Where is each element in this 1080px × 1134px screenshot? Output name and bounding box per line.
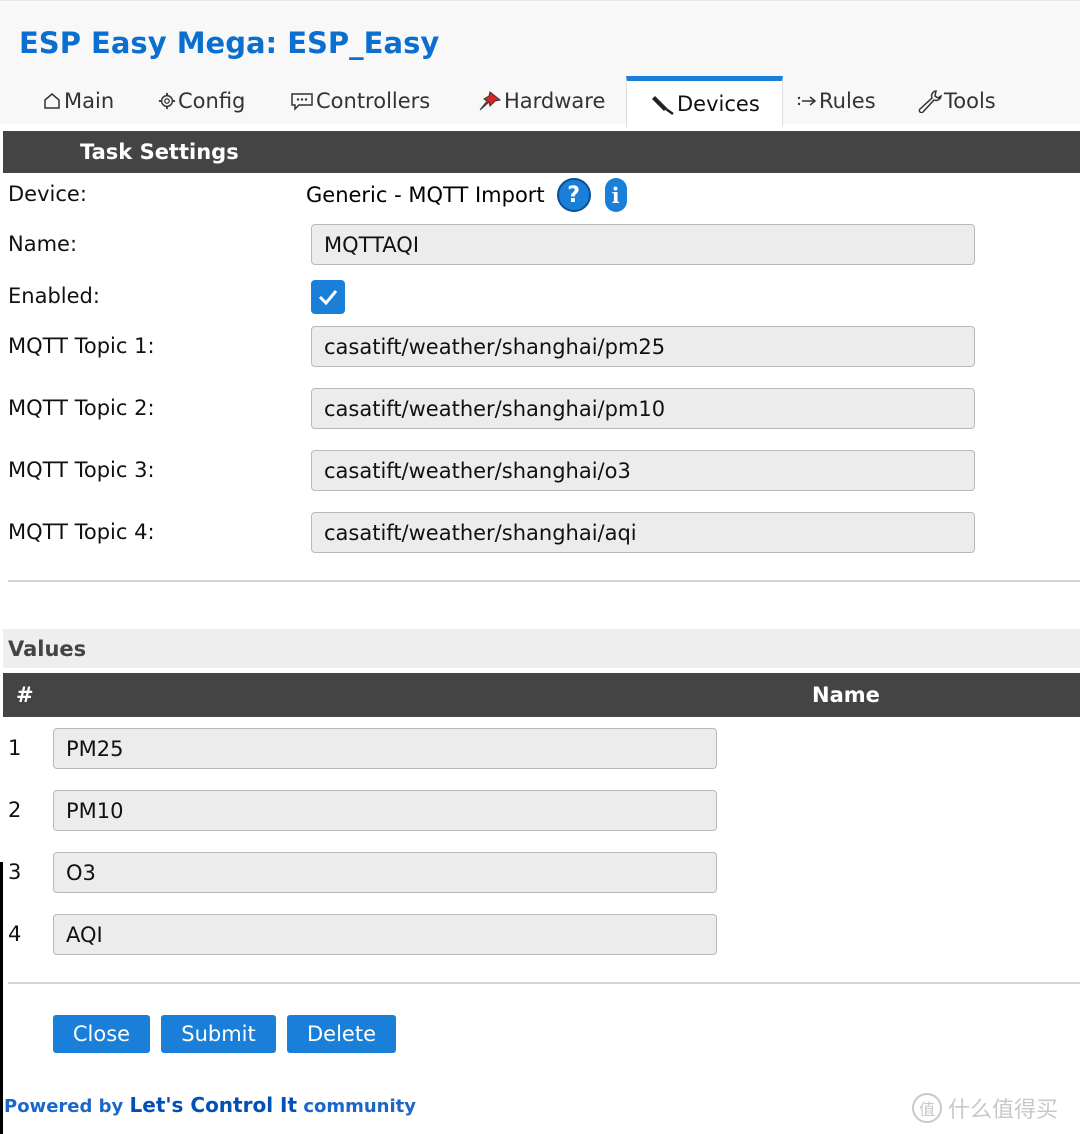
value-row-2-num: 2 bbox=[8, 798, 22, 822]
value-row-1-input[interactable]: PM25 bbox=[53, 728, 717, 769]
values-table-header: # Name bbox=[3, 673, 1080, 717]
wrench-icon bbox=[916, 89, 942, 113]
app-title: ESP Easy Mega: ESP_Easy bbox=[19, 26, 440, 60]
col-num-header: # bbox=[16, 683, 34, 707]
tab-devices-label: Devices bbox=[677, 92, 760, 116]
watermark: 值 什么值得买 bbox=[912, 1092, 1058, 1124]
footer-prefix: Powered by bbox=[4, 1096, 124, 1117]
window-edge bbox=[0, 862, 3, 1134]
info-icon[interactable]: i bbox=[604, 178, 627, 212]
watermark-logo-icon: 值 bbox=[912, 1093, 942, 1123]
gear-icon bbox=[158, 92, 176, 110]
tab-controllers[interactable]: Controllers bbox=[290, 76, 430, 126]
home-icon bbox=[42, 91, 62, 111]
nav-tabs: Main Config Controllers Hardware Devices… bbox=[0, 76, 1080, 127]
help-icon[interactable]: ? bbox=[556, 178, 591, 212]
task-settings-header: Task Settings bbox=[3, 131, 1080, 173]
divider bbox=[8, 982, 1080, 984]
value-row-3-input[interactable]: O3 bbox=[53, 852, 717, 893]
watermark-text: 什么值得买 bbox=[948, 1098, 1059, 1123]
plug-icon bbox=[651, 93, 675, 115]
tab-rules-label: Rules bbox=[819, 89, 876, 113]
close-button[interactable]: Close bbox=[53, 1015, 150, 1053]
col-name-header: Name bbox=[812, 683, 880, 707]
tab-tools-label: Tools bbox=[944, 89, 996, 113]
value-row-2-input[interactable]: PM10 bbox=[53, 790, 717, 831]
tab-rules[interactable]: Rules bbox=[797, 76, 876, 126]
tab-hardware-label: Hardware bbox=[504, 89, 606, 113]
arrow-icon bbox=[797, 93, 817, 109]
tab-main-label: Main bbox=[64, 89, 115, 113]
values-title: Values bbox=[8, 636, 87, 661]
mqtt-topic-2-label: MQTT Topic 2: bbox=[8, 396, 155, 420]
mqtt-topic-3-input[interactable]: casatift/weather/shanghai/o3 bbox=[311, 450, 975, 491]
enabled-label: Enabled: bbox=[8, 284, 100, 308]
check-icon bbox=[318, 290, 338, 306]
value-row-4-num: 4 bbox=[8, 922, 22, 946]
submit-button[interactable]: Submit bbox=[161, 1015, 276, 1053]
task-settings-title: Task Settings bbox=[80, 140, 239, 164]
device-label: Device: bbox=[8, 182, 87, 206]
mqtt-topic-4-input[interactable]: casatift/weather/shanghai/aqi bbox=[311, 512, 975, 553]
name-input[interactable]: MQTTAQI bbox=[311, 224, 975, 265]
tab-tools[interactable]: Tools bbox=[916, 76, 996, 126]
pin-icon bbox=[476, 90, 502, 112]
enabled-checkbox[interactable] bbox=[311, 280, 345, 314]
mqtt-topic-4-label: MQTT Topic 4: bbox=[8, 520, 155, 544]
device-value: Generic - MQTT Import bbox=[306, 183, 545, 207]
mqtt-topic-3-label: MQTT Topic 3: bbox=[8, 458, 155, 482]
tab-main[interactable]: Main bbox=[42, 76, 114, 126]
values-section-header: Values bbox=[3, 629, 1080, 668]
tab-controllers-label: Controllers bbox=[316, 89, 431, 113]
tab-hardware[interactable]: Hardware bbox=[476, 76, 605, 126]
divider bbox=[8, 580, 1080, 582]
value-row-1-num: 1 bbox=[8, 736, 22, 760]
tab-devices[interactable]: Devices bbox=[626, 76, 783, 127]
mqtt-topic-1-label: MQTT Topic 1: bbox=[8, 334, 155, 358]
mqtt-topic-2-input[interactable]: casatift/weather/shanghai/pm10 bbox=[311, 388, 975, 429]
delete-button[interactable]: Delete bbox=[287, 1015, 396, 1053]
tab-config-label: Config bbox=[178, 89, 246, 113]
chat-icon bbox=[290, 91, 314, 111]
value-row-3-num: 3 bbox=[8, 860, 22, 884]
footer-brand-link[interactable]: Let's Control It bbox=[130, 1093, 298, 1117]
name-label: Name: bbox=[8, 232, 78, 256]
tab-config[interactable]: Config bbox=[158, 76, 245, 126]
footer-suffix: community bbox=[303, 1096, 416, 1117]
device-value-group: Generic - MQTT Import ? i bbox=[306, 178, 627, 212]
mqtt-topic-1-input[interactable]: casatift/weather/shanghai/pm25 bbox=[311, 326, 975, 367]
footer: Powered by Let's Control It community bbox=[4, 1093, 416, 1117]
value-row-4-input[interactable]: AQI bbox=[53, 914, 717, 955]
